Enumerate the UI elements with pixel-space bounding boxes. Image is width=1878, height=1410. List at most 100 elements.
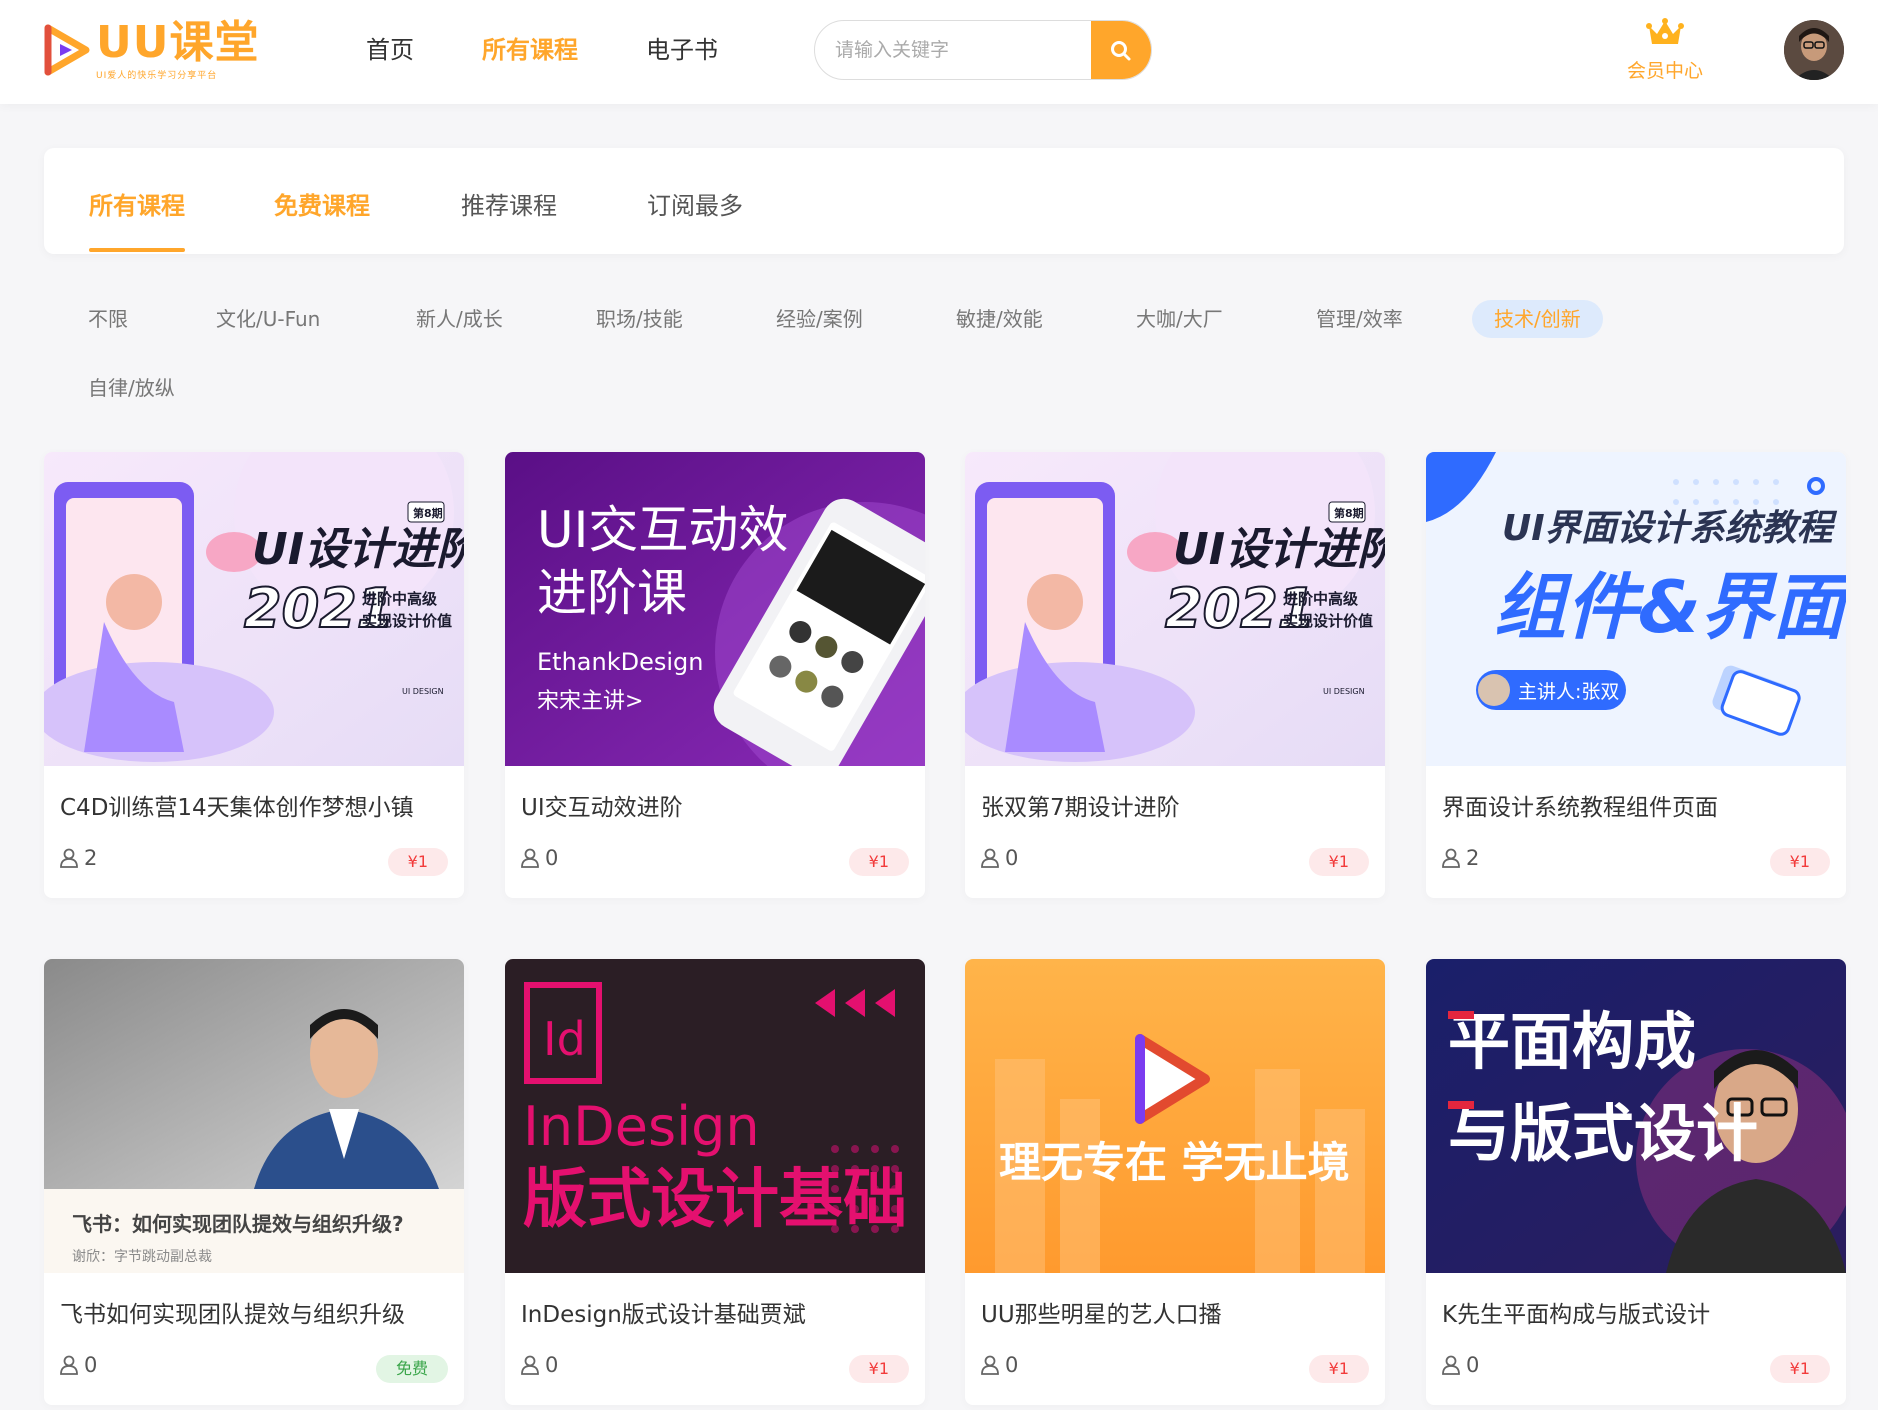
course-card[interactable]: UI交互动效 进阶课 EthankDesign 宋宋主讲> UI交互动效进阶 0… [505, 452, 925, 898]
user-icon [521, 848, 539, 868]
course-title: 张双第7期设计进阶 [981, 795, 1180, 821]
course-thumbnail: Id InDesign 版式设计基础 [505, 959, 925, 1273]
price-badge: ¥1 [1308, 1355, 1369, 1383]
price-badge: ¥1 [848, 1355, 909, 1383]
subscriber-count: 0 [979, 846, 1018, 870]
brand-title: UU课堂 [96, 16, 260, 68]
subscriber-count: 0 [58, 1353, 97, 1377]
course-card[interactable]: 平面构成 与版式设计 K先生平面构成与版式设计 0 ¥1 [1426, 959, 1846, 1405]
subscriber-count-value: 2 [1466, 846, 1480, 870]
filter-experience[interactable]: 经验/案例 [754, 300, 885, 338]
price-badge: ¥1 [1308, 848, 1369, 876]
nav-home[interactable]: 首页 [366, 30, 414, 65]
thumb-text: 进阶课 [537, 564, 687, 622]
thumb-text: 实现设计价值 [362, 612, 452, 630]
subscriber-count-value: 2 [84, 846, 98, 870]
tab-recommended-courses[interactable]: 推荐课程 [461, 186, 557, 221]
thumb-text: 主讲人:张双 [1518, 681, 1619, 703]
tab-most-subscribed[interactable]: 订阅最多 [647, 186, 743, 221]
user-icon [521, 1355, 539, 1375]
thumb-text: UI DESIGN [402, 687, 444, 696]
subscriber-count: 0 [979, 1353, 1018, 1377]
course-thumbnail: 理无专在 学无止境 [965, 959, 1385, 1273]
thumb-text: 与版式设计 [1448, 1097, 1758, 1170]
thumb-text: 飞书：如何实现团队提效与组织升级? [72, 1212, 404, 1236]
course-thumbnail: 平面构成 与版式设计 [1426, 959, 1846, 1273]
thumb-text: 谢欣：字节跳动副总裁 [72, 1249, 212, 1265]
price-badge: ¥1 [1769, 1355, 1830, 1383]
filter-discipline[interactable]: 自律/放纵 [66, 369, 197, 407]
thumb-text: 进阶中高级 [362, 590, 438, 608]
thumb-text: InDesign [523, 1095, 760, 1158]
course-thumbnail: UI设计进阶班 2021 进阶中高级 实现设计价值 第8期 UI DESIGN [965, 452, 1385, 766]
tab-free-courses[interactable]: 免费课程 [274, 186, 370, 221]
user-icon [60, 1355, 78, 1375]
member-center[interactable]: 会员中心 [1620, 18, 1710, 83]
course-card[interactable]: UI界面设计系统教程 组件&界面 主讲人:张双 界面设计系统教程组件页面 2 ¥… [1426, 452, 1846, 898]
filter-technology[interactable]: 技术/创新 [1472, 300, 1603, 338]
filter-career[interactable]: 职场/技能 [574, 300, 705, 338]
tab-all-courses[interactable]: 所有课程 [89, 186, 185, 252]
subscriber-count: 2 [1440, 846, 1479, 870]
thumb-text: 宋宋主讲> [537, 689, 643, 714]
thumb-text: 第8期 [1334, 506, 1364, 520]
user-icon [981, 848, 999, 868]
course-card[interactable]: UI设计进阶班 2021 进阶中高级 实现设计价值 第8期 UI DESIGN … [44, 452, 464, 898]
subscriber-count-value: 0 [1466, 1353, 1480, 1377]
thumb-text: UI界面设计系统教程 [1502, 508, 1838, 549]
course-title: 界面设计系统教程组件页面 [1442, 795, 1718, 821]
course-title: UU那些明星的艺人口播 [981, 1302, 1222, 1328]
search-box [814, 20, 1152, 80]
filter-culture[interactable]: 文化/U-Fun [194, 300, 342, 338]
brand-logo[interactable]: UU课堂 UI爱人的快乐学习分享平台 [42, 18, 272, 82]
thumb-text: 实现设计价值 [1283, 612, 1373, 630]
course-title: UI交互动效进阶 [521, 795, 683, 821]
course-card[interactable]: Id InDesign 版式设计基础 InDesign版式设计基础贾斌 0 ¥1 [505, 959, 925, 1405]
subscriber-count-value: 0 [1005, 846, 1019, 870]
thumb-text: UI设计进阶班 [252, 524, 464, 575]
course-card[interactable]: 飞书：如何实现团队提效与组织升级? 谢欣：字节跳动副总裁 飞书如何实现团队提效与… [44, 959, 464, 1405]
search-icon [1111, 41, 1131, 61]
filter-all[interactable]: 不限 [66, 300, 150, 338]
thumb-text: Id [543, 1012, 586, 1066]
subscriber-count: 0 [1440, 1353, 1479, 1377]
subscriber-count: 0 [519, 1353, 558, 1377]
thumb-text: UI DESIGN [1323, 687, 1365, 696]
course-thumbnail: UI设计进阶班 2021 进阶中高级 实现设计价值 第8期 UI DESIGN [44, 452, 464, 766]
nav-all-courses[interactable]: 所有课程 [482, 30, 578, 65]
search-button[interactable] [1091, 21, 1151, 79]
price-badge: ¥1 [1769, 848, 1830, 876]
filter-experts[interactable]: 大咖/大厂 [1114, 300, 1245, 338]
thumb-text: 第8期 [413, 506, 443, 520]
price-badge: 免费 [375, 1355, 448, 1383]
filter-agile[interactable]: 敏捷/效能 [934, 300, 1065, 338]
filter-newbie[interactable]: 新人/成长 [394, 300, 525, 338]
subscriber-count-value: 0 [1005, 1353, 1019, 1377]
course-card[interactable]: 理无专在 学无止境 UU那些明星的艺人口播 0 ¥1 [965, 959, 1385, 1405]
search-input[interactable] [815, 21, 1091, 79]
top-header: UU课堂 UI爱人的快乐学习分享平台 首页 所有课程 电子书 会员中心 [0, 0, 1878, 104]
course-title: 飞书如何实现团队提效与组织升级 [60, 1302, 405, 1328]
subscriber-count: 0 [519, 846, 558, 870]
thumb-text: 组件&界面 [1494, 565, 1846, 649]
tab-active-underline [89, 248, 185, 252]
subscriber-count-value: 0 [545, 1353, 559, 1377]
user-avatar[interactable] [1784, 20, 1844, 80]
tab-all-courses-label: 所有课程 [89, 192, 185, 220]
course-thumbnail: UI交互动效 进阶课 EthankDesign 宋宋主讲> [505, 452, 925, 766]
course-card[interactable]: UI设计进阶班 2021 进阶中高级 实现设计价值 第8期 UI DESIGN … [965, 452, 1385, 898]
thumb-text: UI设计进阶班 [1173, 524, 1385, 575]
nav-ebooks[interactable]: 电子书 [646, 30, 718, 65]
thumb-text: 平面构成 [1448, 1005, 1696, 1078]
user-icon [981, 1355, 999, 1375]
thumb-text: 理无专在 学无止境 [999, 1138, 1350, 1187]
user-icon [1442, 848, 1460, 868]
thumb-text: UI交互动效 [537, 501, 788, 559]
main-nav: 首页 所有课程 电子书 [366, 30, 718, 65]
subscriber-count-value: 0 [84, 1353, 98, 1377]
thumb-text: 2021 [1165, 577, 1315, 640]
course-title: K先生平面构成与版式设计 [1442, 1302, 1711, 1328]
course-title: C4D训练营14天集体创作梦想小镇 [60, 795, 414, 821]
course-thumbnail: UI界面设计系统教程 组件&界面 主讲人:张双 [1426, 452, 1846, 766]
filter-management[interactable]: 管理/效率 [1294, 300, 1425, 338]
